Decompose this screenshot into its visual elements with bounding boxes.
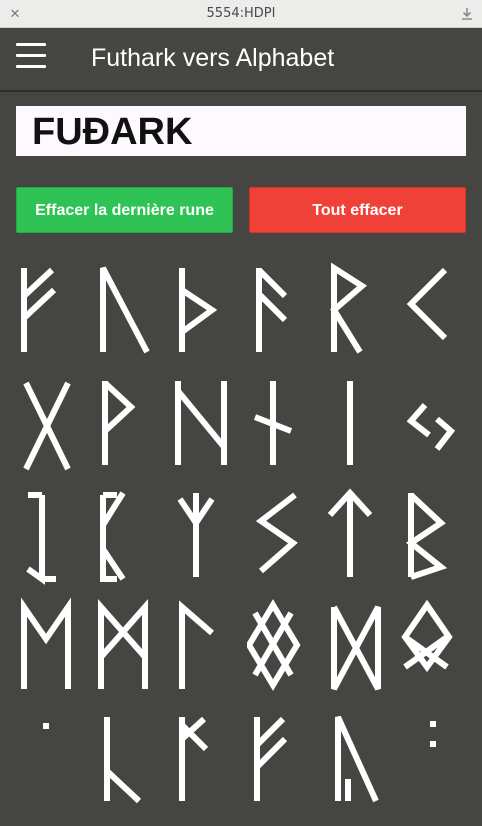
rune-long-a-icon (335, 715, 379, 803)
rune-key-uruz[interactable] (93, 260, 159, 360)
rune-hagalaz-icon (175, 381, 227, 465)
rune-ehwaz-icon (21, 597, 71, 689)
clear-last-rune-button[interactable]: Effacer la dernière rune (16, 187, 233, 233)
rune-key-eihwaz[interactable] (16, 485, 82, 585)
rune-raido-icon (330, 262, 368, 354)
rune-colon-icon (430, 721, 436, 747)
rune-key-long-branch[interactable] (170, 709, 236, 809)
rune-laukaz-long-icon (104, 717, 142, 804)
hamburger-menu-icon[interactable] (14, 41, 48, 71)
rune-sowilo-icon (255, 492, 298, 574)
rune-dagaz-icon (331, 605, 381, 691)
rune-gebo-icon (23, 381, 71, 471)
rune-tiwaz-icon (327, 488, 373, 577)
rune-key-naudiz[interactable] (247, 373, 313, 473)
rune-ansuz-icon (256, 267, 288, 352)
rune-algiz-icon (177, 493, 215, 577)
rune-key-long-a[interactable] (324, 709, 390, 809)
rune-jera-icon (406, 403, 456, 451)
rune-thurisaz-icon (179, 268, 218, 352)
rune-key-colon[interactable] (401, 709, 467, 809)
rune-key-pertho[interactable] (93, 485, 159, 585)
rune-key-gebo[interactable] (16, 373, 82, 473)
rune-laguz-icon (179, 600, 214, 689)
rune-long-f-icon (254, 716, 288, 801)
app-title: Futhark vers Alphabet (91, 44, 335, 72)
rune-key-isaz[interactable] (324, 373, 390, 473)
rune-eihwaz-icon (26, 492, 56, 585)
rune-key-jera[interactable] (401, 373, 467, 473)
rune-key-algiz[interactable] (170, 485, 236, 585)
rune-key-thurisaz[interactable] (170, 260, 236, 360)
rune-wunjo-icon (102, 380, 136, 465)
window-title: 5554:HDPI (206, 6, 276, 21)
rune-kaunan-icon (406, 267, 448, 341)
rune-isaz-icon (347, 381, 353, 465)
rune-naudiz-icon (253, 381, 293, 465)
rune-mannaz-icon (98, 599, 148, 689)
rune-key-dot[interactable] (16, 709, 82, 809)
rune-key-ansuz[interactable] (247, 260, 313, 360)
rune-fehu-icon (21, 267, 57, 352)
rune-key-long-f[interactable] (247, 709, 313, 809)
rune-key-berkanan[interactable] (401, 485, 467, 585)
rune-key-fehu[interactable] (16, 260, 82, 360)
rune-berkanan-icon (405, 492, 448, 580)
window-titlebar: ✕ 5554:HDPI (0, 0, 482, 28)
app-bar: Futhark vers Alphabet (0, 28, 482, 90)
rune-key-raido[interactable] (324, 260, 390, 360)
rune-uruz-icon (100, 266, 150, 354)
app-bar-divider (0, 90, 482, 92)
rune-key-othala[interactable] (401, 597, 467, 697)
rune-key-ehwaz[interactable] (16, 597, 82, 697)
rune-key-dagaz[interactable] (324, 597, 390, 697)
rune-key-sowilo[interactable] (247, 485, 313, 585)
rune-key-mannaz[interactable] (93, 597, 159, 697)
download-icon[interactable] (460, 6, 474, 22)
rune-key-kaunan[interactable] (401, 260, 467, 360)
rune-key-hagalaz[interactable] (170, 373, 236, 473)
clear-all-button[interactable]: Tout effacer (249, 187, 466, 233)
rune-key-tiwaz[interactable] (324, 485, 390, 585)
rune-key-laguz[interactable] (170, 597, 236, 697)
rune-dot-icon (43, 723, 49, 729)
rune-long-branch-icon (179, 716, 209, 801)
rune-key-wunjo[interactable] (93, 373, 159, 473)
rune-othala-icon (401, 599, 453, 673)
rune-translation-display: FUÐARK (16, 106, 466, 156)
rune-ingwaz-icon (247, 599, 301, 691)
rune-key-laukaz-long[interactable] (93, 709, 159, 809)
rune-pertho-icon (100, 491, 126, 582)
rune-key-ingwaz[interactable] (247, 597, 313, 697)
